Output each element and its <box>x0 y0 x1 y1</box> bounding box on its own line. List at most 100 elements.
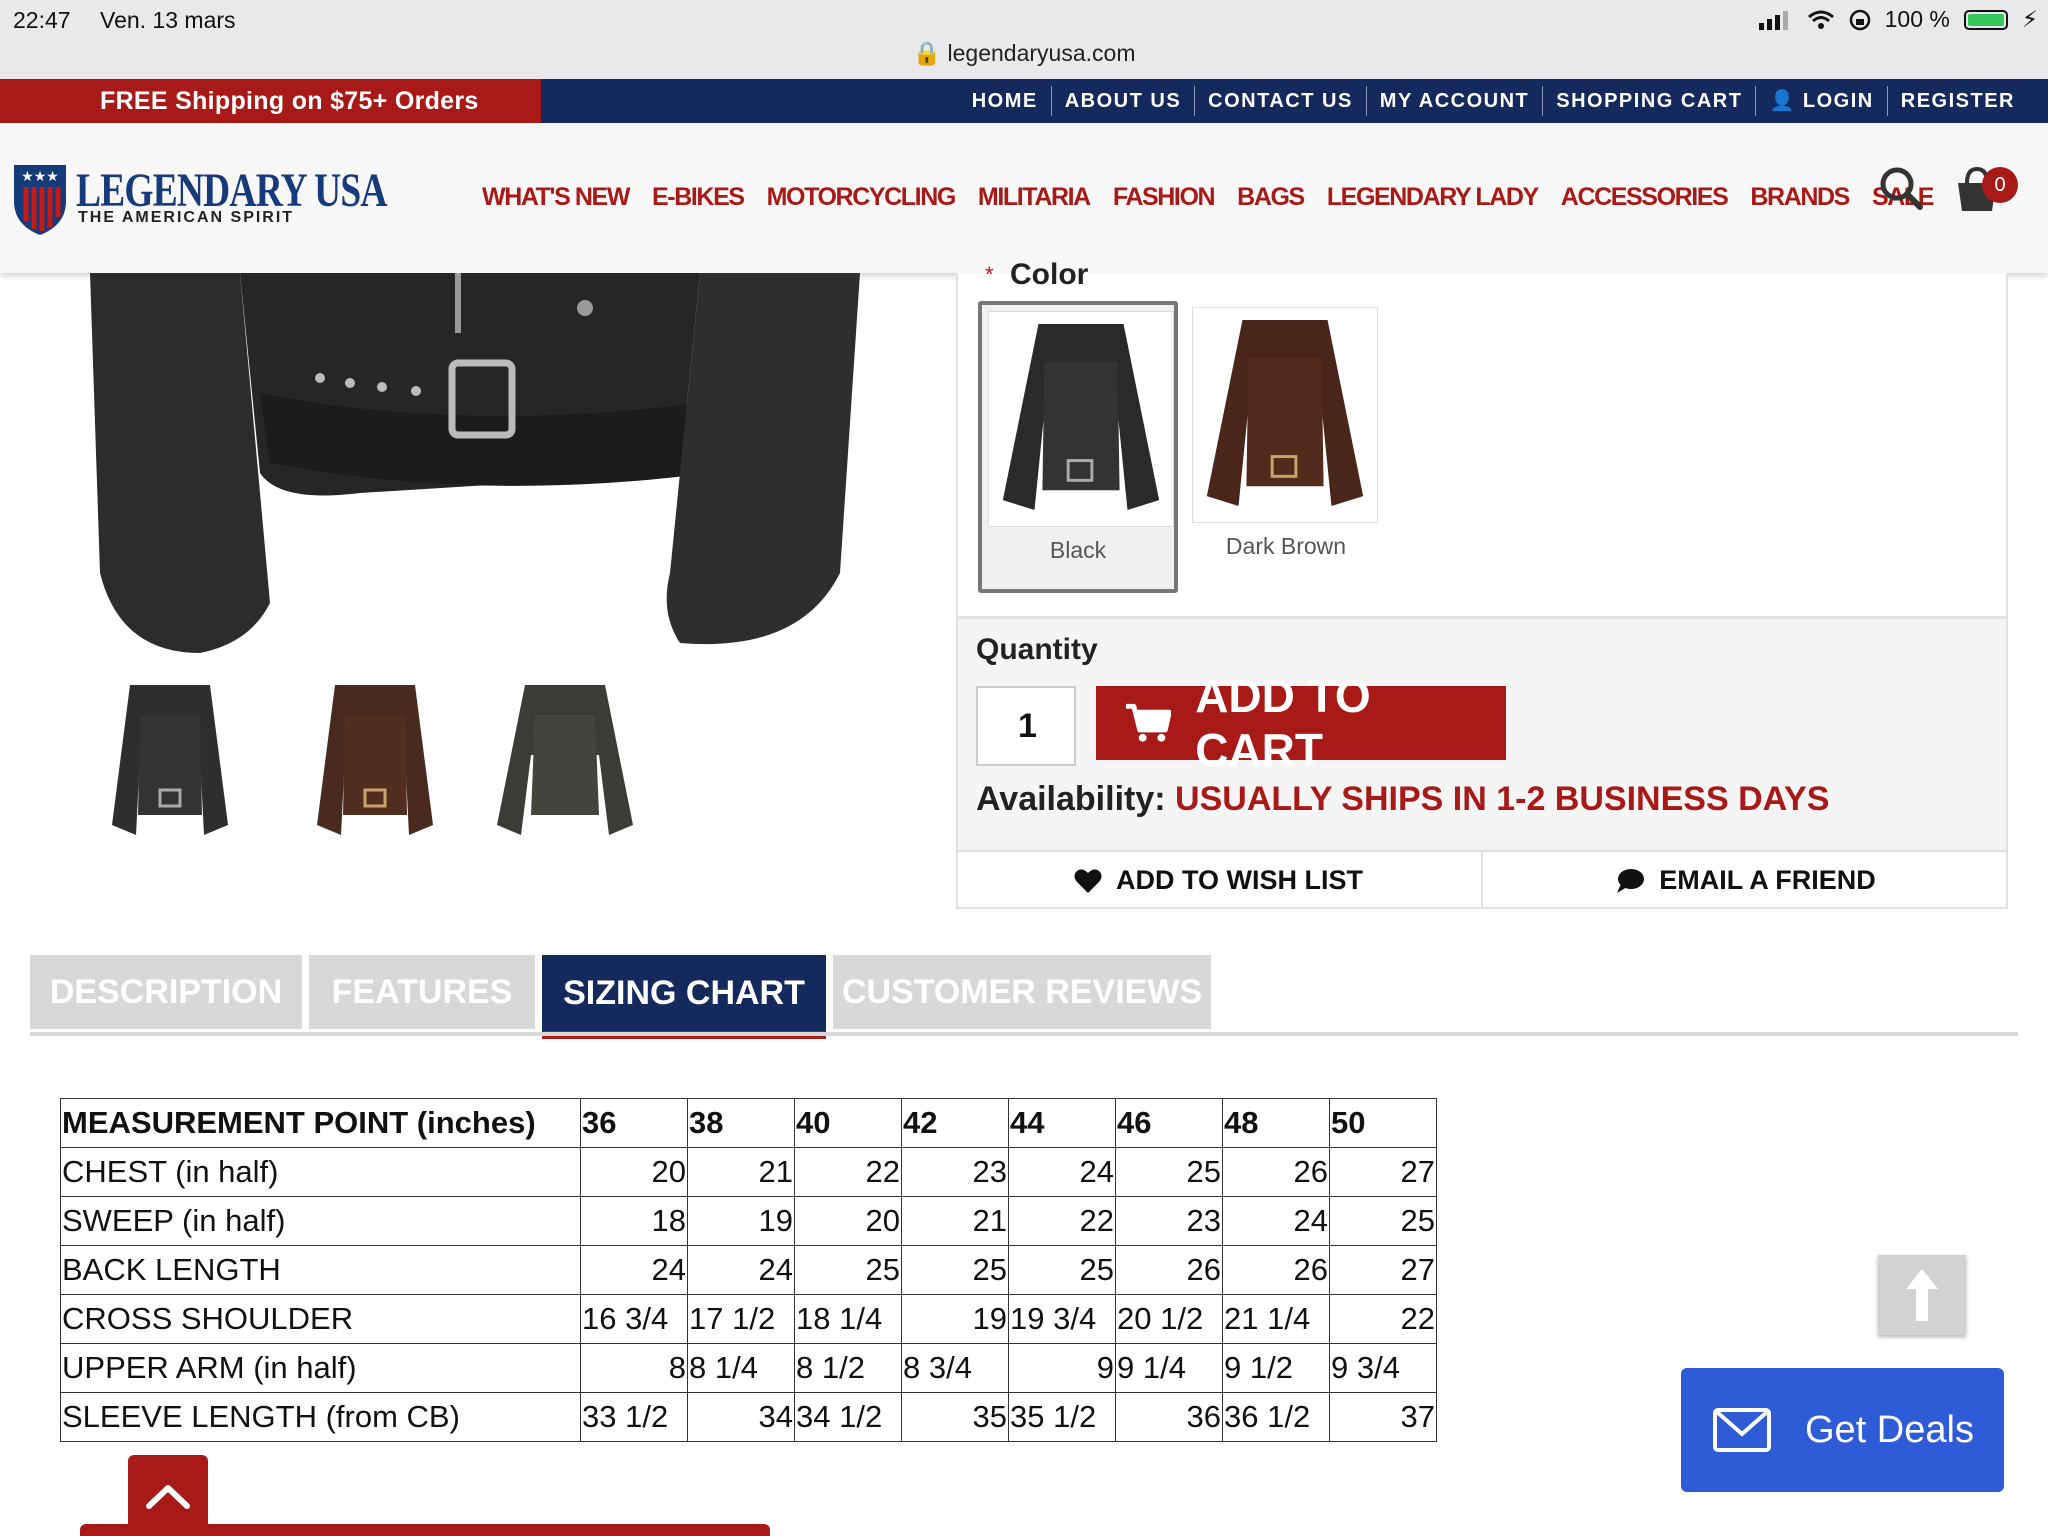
tab-customer-reviews[interactable]: CUSTOMER REVIEWS <box>833 955 1211 1029</box>
thumbnail-black-back[interactable] <box>495 675 635 845</box>
product-tabs: DESCRIPTION FEATURES SIZING CHART CUSTOM… <box>30 955 1211 1039</box>
top-nav-about-us[interactable]: ABOUT US <box>1050 86 1194 116</box>
table-row: CHEST (in half) 20 21 22 23 24 25 26 27 <box>60 1147 1437 1197</box>
shield-logo-icon: ★★★ <box>14 165 66 235</box>
get-deals-label: Get Deals <box>1805 1408 1974 1451</box>
top-nav-my-account[interactable]: MY ACCOUNT <box>1365 86 1542 116</box>
swatch-dark-brown-image <box>1192 307 1378 523</box>
login-label: LOGIN <box>1802 90 1874 112</box>
table-header-row: MEASUREMENT POINT (inches) 36 38 40 42 4… <box>60 1098 1437 1148</box>
table-cell: 9 3/4 <box>1329 1343 1437 1393</box>
color-swatch-dark-brown[interactable]: Dark Brown <box>1186 301 1386 593</box>
top-nav-home[interactable]: HOME <box>959 86 1051 116</box>
table-cell: CHEST (in half) <box>60 1147 581 1197</box>
search-icon[interactable] <box>1878 165 1924 211</box>
footer-bar <box>80 1524 770 1536</box>
add-to-wish-list-button[interactable]: ADD TO WISH LIST <box>956 852 1481 909</box>
nav-militaria[interactable]: MILITARIA <box>978 183 1091 212</box>
scroll-to-top-button[interactable] <box>1878 1255 1966 1335</box>
color-label: Color <box>1010 258 1089 291</box>
table-cell: 20 1/2 <box>1115 1294 1223 1344</box>
header-cell: 38 <box>687 1098 795 1148</box>
nav-bags[interactable]: BAGS <box>1237 183 1305 212</box>
table-cell: 8 1/2 <box>794 1343 902 1393</box>
tab-features[interactable]: FEATURES <box>309 955 535 1029</box>
table-cell: 18 1/4 <box>794 1294 902 1344</box>
envelope-icon <box>1713 1408 1771 1452</box>
email-a-friend-button[interactable]: EMAIL A FRIEND <box>1481 852 2008 909</box>
table-cell: 18 <box>580 1196 688 1246</box>
table-cell: 34 1/2 <box>794 1392 902 1442</box>
nav-fashion[interactable]: FASHION <box>1113 183 1216 212</box>
table-cell: 20 <box>580 1147 688 1197</box>
top-nav-shopping-cart[interactable]: SHOPPING CART <box>1542 86 1755 116</box>
availability-label: Availability: <box>976 780 1166 818</box>
table-cell: 8 3/4 <box>901 1343 1009 1393</box>
thumbnail-brown-front[interactable] <box>305 675 445 845</box>
nav-legendary-lady[interactable]: LEGENDARY LADY <box>1327 183 1539 212</box>
site-logo[interactable]: ★★★ LEGENDARY USA THE AMERICAN SPIRIT <box>10 157 387 237</box>
top-nav-contact-us[interactable]: CONTACT US <box>1194 86 1366 116</box>
nav-accessories[interactable]: ACCESSORIES <box>1561 183 1729 212</box>
user-icon: 👤 <box>1769 90 1796 112</box>
free-shipping-banner: FREE Shipping on $75+ Orders <box>0 79 541 123</box>
table-row: UPPER ARM (in half) 8 8 1/4 8 1/2 8 3/4 … <box>60 1343 1437 1393</box>
free-shipping-text: FREE Shipping on $75+ Orders <box>100 86 479 115</box>
header-cell: 42 <box>901 1098 1009 1148</box>
table-cell: 25 <box>794 1245 902 1295</box>
table-cell: BACK LENGTH <box>60 1245 581 1295</box>
table-cell: 21 1/4 <box>1222 1294 1330 1344</box>
required-star-icon: * <box>985 262 994 287</box>
table-cell: 22 <box>1329 1294 1437 1344</box>
table-cell: 37 <box>1329 1392 1437 1442</box>
logo-tagline: THE AMERICAN SPIRIT <box>78 209 295 226</box>
table-cell: 36 1/2 <box>1222 1392 1330 1442</box>
get-deals-button[interactable]: Get Deals <box>1681 1368 2004 1492</box>
chevron-up-icon <box>146 1484 190 1509</box>
table-cell: 24 <box>687 1245 795 1295</box>
url-text: legendaryusa.com <box>947 40 1136 66</box>
table-cell: 8 <box>580 1343 688 1393</box>
table-cell: 27 <box>1329 1147 1437 1197</box>
tab-sizing-chart[interactable]: SIZING CHART <box>542 955 826 1039</box>
rotation-lock-icon <box>1849 9 1870 30</box>
table-cell: 23 <box>1115 1196 1223 1246</box>
table-cell: 9 <box>1008 1343 1116 1393</box>
signal-icon <box>1758 10 1788 30</box>
table-cell: 20 <box>794 1196 902 1246</box>
nav-motorcycling[interactable]: MOTORCYCLING <box>767 183 957 212</box>
address-bar[interactable]: 🔒 legendaryusa.com <box>0 40 2048 67</box>
main-nav: WHAT'S NEW E-BIKES MOTORCYCLING MILITARI… <box>482 183 1934 212</box>
thumbnail-black-front[interactable] <box>100 675 240 845</box>
color-swatch-black[interactable]: Black <box>978 301 1178 593</box>
tab-description[interactable]: DESCRIPTION <box>30 955 302 1029</box>
table-cell: 21 <box>901 1196 1009 1246</box>
table-cell: CROSS SHOULDER <box>60 1294 581 1344</box>
table-cell: 19 <box>687 1196 795 1246</box>
table-cell: 21 <box>687 1147 795 1197</box>
wishlist-row: ADD TO WISH LIST EMAIL A FRIEND <box>956 850 2008 909</box>
nav-whats-new[interactable]: WHAT'S NEW <box>482 183 630 212</box>
swatch-black-image <box>988 311 1174 527</box>
table-cell: 35 <box>901 1392 1009 1442</box>
wifi-icon <box>1807 10 1834 29</box>
table-cell: 34 <box>687 1392 795 1442</box>
table-cell: UPPER ARM (in half) <box>60 1343 581 1393</box>
table-cell: 25 <box>1329 1196 1437 1246</box>
swatch-black-label: Black <box>1049 537 1107 563</box>
login-link[interactable]: 👤 LOGIN <box>1755 86 1886 116</box>
product-main-image[interactable] <box>60 273 890 663</box>
add-to-cart-button[interactable]: ADD TO CART <box>1096 670 1506 776</box>
lock-icon: 🔒 <box>912 40 942 66</box>
tab-underline <box>30 1032 2018 1036</box>
register-link[interactable]: REGISTER <box>1886 86 2028 116</box>
header-cell: 48 <box>1222 1098 1330 1148</box>
quantity-input[interactable]: 1 <box>976 686 1076 766</box>
battery-percent: 100 % <box>1884 6 1950 32</box>
cart-count-badge: 0 <box>1982 167 2018 203</box>
nav-brands[interactable]: BRANDS <box>1750 183 1850 212</box>
email-friend-label: EMAIL A FRIEND <box>1659 865 1876 895</box>
status-date: Ven. 13 mars <box>100 7 236 33</box>
availability: Availability: USUALLY SHIPS IN 1-2 BUSIN… <box>976 780 1829 819</box>
nav-e-bikes[interactable]: E-BIKES <box>652 183 745 212</box>
